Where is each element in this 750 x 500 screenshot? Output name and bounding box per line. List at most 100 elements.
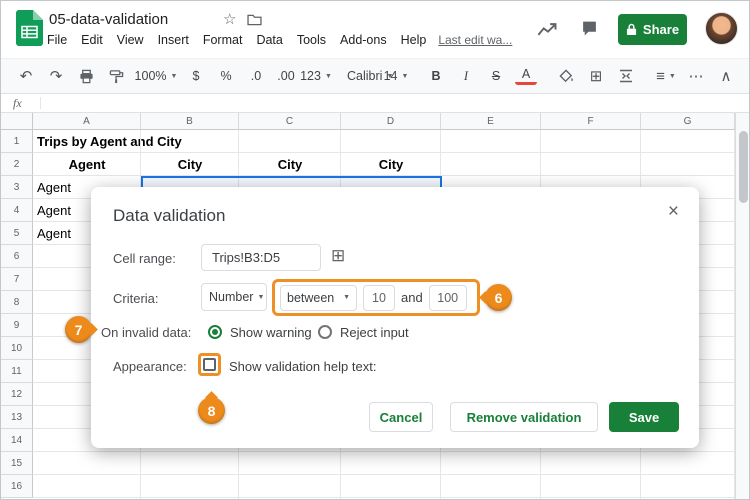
font-select[interactable]: Calibri ▼	[345, 64, 393, 88]
separator	[39, 97, 41, 109]
star-icon[interactable]: ☆	[223, 10, 236, 28]
select-all-corner[interactable]	[1, 113, 33, 130]
row-header-15[interactable]: 15	[1, 452, 33, 475]
column-header-g[interactable]: G	[641, 113, 735, 130]
cell-a4[interactable]: Agent	[37, 199, 71, 222]
zoom-select[interactable]: 100% ▼	[135, 64, 178, 88]
increase-decimal-button[interactable]: .00	[275, 64, 297, 88]
format-currency-button[interactable]: $	[185, 64, 207, 88]
menu-view[interactable]: View	[117, 33, 144, 47]
row-header-4[interactable]: 4	[1, 199, 33, 222]
row-header-7[interactable]: 7	[1, 268, 33, 291]
avatar[interactable]	[705, 12, 738, 45]
collapse-toolbar-icon[interactable]: ∧	[715, 64, 737, 88]
row-header-2[interactable]: 2	[1, 153, 33, 176]
column-header-e[interactable]: E	[441, 113, 541, 130]
comment-icon[interactable]	[581, 20, 598, 37]
select-range-icon[interactable]: ⊞	[331, 246, 345, 266]
menu-data[interactable]: Data	[256, 33, 282, 47]
cell-d2[interactable]: City	[341, 153, 441, 176]
borders-icon[interactable]: ⊞	[585, 64, 607, 88]
last-edit-link[interactable]: Last edit wa...	[438, 33, 512, 47]
italic-button[interactable]: I	[455, 64, 477, 88]
decrease-decimal-button[interactable]: .0	[245, 64, 267, 88]
column-header-f[interactable]: F	[541, 113, 641, 130]
data-validation-dialog: Data validation × Cell range: Trips!B3:D…	[91, 187, 699, 448]
undo-icon[interactable]: ↶	[15, 64, 37, 88]
min-value-input[interactable]: 10	[363, 284, 395, 311]
cell-a3[interactable]: Agent	[37, 176, 71, 199]
more-toolbar-icon[interactable]: ⋯	[685, 64, 707, 88]
row-header-14[interactable]: 14	[1, 429, 33, 452]
paint-format-icon[interactable]	[105, 64, 127, 88]
row-header-10[interactable]: 10	[1, 337, 33, 360]
row-header-6[interactable]: 6	[1, 245, 33, 268]
cell-a2[interactable]: Agent	[33, 153, 141, 176]
step-badge-8: 8	[198, 397, 225, 424]
cell-b2[interactable]: City	[141, 153, 239, 176]
menu-items: File Edit View Insert Format Data Tools Add-ons…	[47, 33, 426, 47]
merge-cells-icon[interactable]	[615, 64, 637, 88]
cell-a5[interactable]: Agent	[37, 222, 71, 245]
cell-range-input[interactable]: Trips!B3:D5	[201, 244, 321, 271]
remove-validation-button[interactable]: Remove validation	[450, 402, 598, 432]
topbar: 05-data-validation ☆ File Edit View Insert F…	[1, 1, 749, 58]
doc-title[interactable]: 05-data-validation	[49, 11, 168, 28]
row-header-12[interactable]: 12	[1, 383, 33, 406]
max-value-input[interactable]: 100	[428, 284, 467, 311]
show-warning-radio[interactable]	[208, 325, 222, 339]
text-color-button[interactable]: A	[515, 67, 537, 85]
cell-a1[interactable]: Trips by Agent and City	[37, 130, 182, 153]
row-header-9[interactable]: 9	[1, 314, 33, 337]
menu-addons[interactable]: Add-ons	[340, 33, 387, 47]
column-header-a[interactable]: A	[33, 113, 141, 130]
menu-tools[interactable]: Tools	[297, 33, 326, 47]
strikethrough-button[interactable]: S	[485, 64, 507, 88]
save-button[interactable]: Save	[609, 402, 679, 432]
menu-help[interactable]: Help	[401, 33, 427, 47]
bold-button[interactable]: B	[425, 64, 447, 88]
lock-icon	[626, 23, 637, 35]
checkbox-highlight-box	[198, 353, 221, 376]
sheets-logo[interactable]	[16, 10, 43, 46]
column-header-d[interactable]: D	[341, 113, 441, 130]
column-header-b[interactable]: B	[141, 113, 239, 130]
fill-color-icon[interactable]	[555, 64, 577, 88]
reject-input-radio[interactable]	[318, 325, 332, 339]
format-percent-button[interactable]: %	[215, 64, 237, 88]
font-size-select[interactable]: 14 ▼	[384, 64, 409, 88]
chevron-down-icon: ▼	[401, 72, 409, 80]
menu-file[interactable]: File	[47, 33, 67, 47]
scrollbar-thumb[interactable]	[739, 131, 748, 203]
share-button[interactable]: Share	[618, 14, 687, 45]
row-header-13[interactable]: 13	[1, 406, 33, 429]
row-header-16[interactable]: 16	[1, 475, 33, 498]
criteria-type-dropdown[interactable]: Number ▼	[201, 283, 267, 311]
row-header-11[interactable]: 11	[1, 360, 33, 383]
row-header-3[interactable]: 3	[1, 176, 33, 199]
activity-icon[interactable]	[537, 22, 559, 37]
criteria-operator-dropdown[interactable]: between ▼	[280, 284, 357, 311]
help-text-checkbox[interactable]	[203, 358, 216, 371]
zoom-value: 100%	[134, 69, 167, 83]
vertical-scrollbar[interactable]	[735, 113, 749, 499]
align-select[interactable]: ≡ ▼	[655, 64, 677, 88]
share-label: Share	[642, 22, 680, 37]
row-header-5[interactable]: 5	[1, 222, 33, 245]
column-header-c[interactable]: C	[239, 113, 341, 130]
menu-format[interactable]: Format	[203, 33, 243, 47]
menu-edit[interactable]: Edit	[81, 33, 103, 47]
formula-bar: fx	[1, 94, 749, 113]
print-icon[interactable]	[75, 64, 97, 88]
row-header-8[interactable]: 8	[1, 291, 33, 314]
redo-icon[interactable]: ↷	[45, 64, 67, 88]
cancel-button[interactable]: Cancel	[369, 402, 433, 432]
more-formats-button[interactable]: 123 ▼	[300, 64, 332, 88]
row-header-1[interactable]: 1	[1, 130, 33, 153]
close-icon[interactable]: ×	[668, 201, 679, 223]
menu-insert[interactable]: Insert	[158, 33, 189, 47]
folder-icon[interactable]	[247, 14, 262, 26]
cell-c2[interactable]: City	[239, 153, 341, 176]
and-label: and	[401, 290, 423, 305]
dialog-title: Data validation	[113, 206, 226, 225]
